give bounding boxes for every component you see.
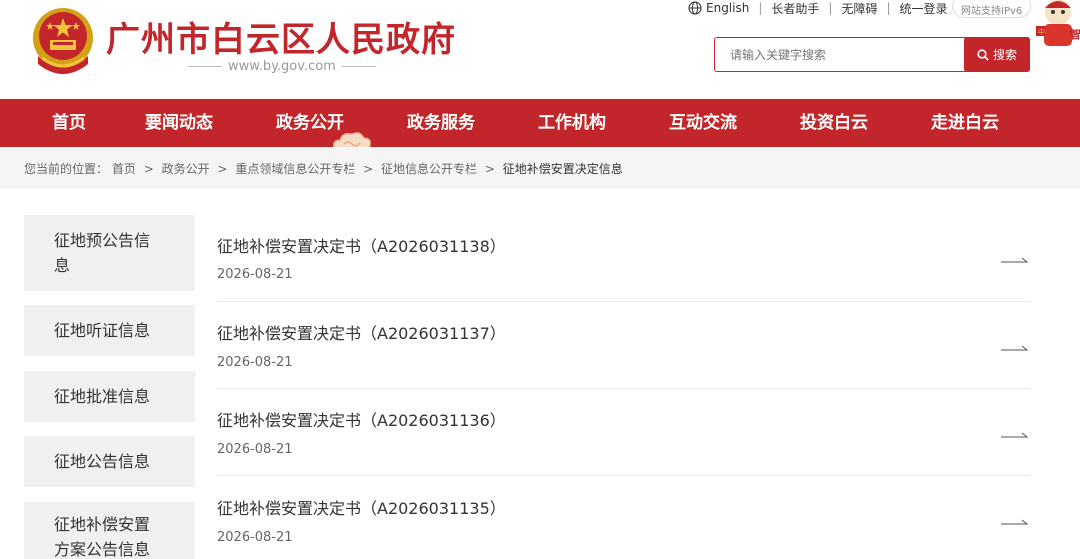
site-title[interactable]: 广州市白云区人民政府 [106,12,456,61]
separator: | [758,1,763,15]
svg-text:中: 中 [1038,27,1045,36]
list-item[interactable]: 征地补偿安置决定书（A2026031136） 2026-08-21 [217,389,1030,476]
nav-item-interaction[interactable]: 互动交流 [669,99,737,147]
accessibility-link[interactable]: 无障碍 [841,0,877,17]
site-url: www.by.gov.com [188,59,376,74]
divider [341,66,376,67]
search-icon [977,48,989,61]
breadcrumb-prefix: 您当前的位置： [24,162,109,176]
sidebar-item-hearing[interactable]: 征地听证信息 [24,305,195,356]
nav-item-home[interactable]: 首页 [52,99,86,147]
arrow-right-icon [1001,432,1029,438]
sidebar-item-compensation-plan[interactable]: 征地补偿安置方案公告信息 [24,502,195,559]
arrow-right-icon [1001,519,1029,525]
breadcrumb-current: 征地补偿安置决定信息 [502,162,623,176]
list-item-date: 2026-08-21 [217,267,293,282]
sidebar-item-announcement[interactable]: 征地公告信息 [24,436,195,487]
login-link[interactable]: 统一登录 [900,0,948,17]
breadcrumb-bar: 您当前的位置： 首页 > 政务公开 > 重点领域信息公开专栏 > 征地信息公开专… [0,147,1080,189]
site-url-text: www.by.gov.com [228,59,336,74]
nav-item-about[interactable]: 走进白云 [931,99,999,147]
main-nav: 首页 要闻动态 政务公开 政务服务 工作机构 互动交流 投资白云 走进白云 [0,99,1080,147]
sidebar-item-approval[interactable]: 征地批准信息 [24,371,195,422]
sidebar-item-label: 征地预公告信息 [54,231,151,275]
nav-item-news[interactable]: 要闻动态 [145,99,213,147]
sidebar-item-label: 征地听证信息 [54,321,151,340]
list-item-date: 2026-08-21 [217,442,293,457]
nav-item-gov-services[interactable]: 政务服务 [407,99,475,147]
mascot-label: 智能 [1070,27,1080,41]
list-item[interactable]: 征地补偿安置决定书（A2026031135） 2026-08-21 [217,476,1030,559]
list-item-title[interactable]: 征地补偿安置决定书（A2026031135） [217,495,506,519]
top-links: English | 长者助手 | 无障碍 | 统一登录 [688,0,948,16]
breadcrumb-land-info[interactable]: 征地信息公开专栏 [381,162,477,176]
list-item-date: 2026-08-21 [217,355,293,370]
list-item-title[interactable]: 征地补偿安置决定书（A2026031136） [217,407,506,431]
mascot-icon[interactable]: 中 智能 [1032,0,1080,50]
nav-item-invest[interactable]: 投资白云 [800,99,868,147]
divider [188,66,222,67]
arrow-right-icon [1001,345,1029,351]
site-header: 广州市白云区人民政府 www.by.gov.com English | 长者助手… [0,0,1080,99]
search-box: 搜索 [714,37,1030,72]
sidebar-item-pre-announcement[interactable]: 征地预公告信息 [24,215,195,291]
list-item-title[interactable]: 征地补偿安置决定书（A2026031138） [217,233,506,257]
elderly-helper-link[interactable]: 长者助手 [771,0,819,17]
globe-icon [688,1,702,15]
breadcrumb-separator: > [484,162,495,176]
nav-item-agencies[interactable]: 工作机构 [538,99,606,147]
list-item[interactable]: 征地补偿安置决定书（A2026031138） 2026-08-21 [217,215,1030,302]
breadcrumb-home[interactable]: 首页 [112,162,136,176]
breadcrumb-key-areas[interactable]: 重点领域信息公开专栏 [235,162,355,176]
breadcrumb-separator: > [217,162,228,176]
search-button[interactable]: 搜索 [964,37,1030,72]
sidebar-item-label: 征地公告信息 [54,452,151,471]
national-emblem-icon [33,8,93,74]
list-item-date: 2026-08-21 [217,530,293,545]
breadcrumb-separator: > [363,162,374,176]
list-item-title[interactable]: 征地补偿安置决定书（A2026031137） [217,320,506,344]
separator: | [828,1,833,15]
sidebar-item-label: 征地批准信息 [54,387,151,406]
separator: | [886,1,891,15]
breadcrumb-gov-affairs[interactable]: 政务公开 [162,162,210,176]
search-input[interactable] [715,38,965,71]
arrow-right-icon [1001,257,1029,263]
breadcrumb: 您当前的位置： 首页 > 政务公开 > 重点领域信息公开专栏 > 征地信息公开专… [24,160,623,177]
english-link[interactable]: English [706,1,749,15]
list-item[interactable]: 征地补偿安置决定书（A2026031137） 2026-08-21 [217,302,1030,389]
breadcrumb-separator: > [143,162,154,176]
search-button-label: 搜索 [992,48,1017,62]
sidebar-item-label: 征地补偿安置方案公告信息 [54,515,151,559]
ipv6-badge: 网站支持IPv6 [952,0,1032,18]
